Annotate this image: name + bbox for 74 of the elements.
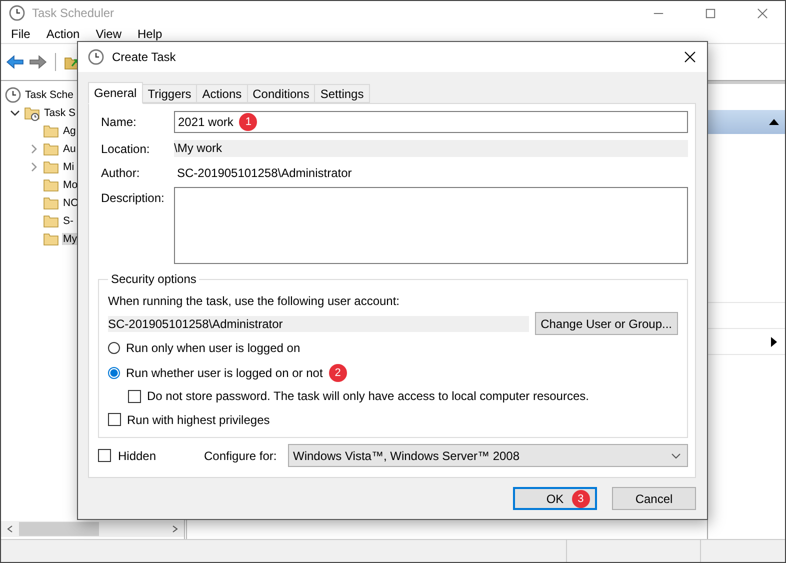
tree-item[interactable]: Au <box>62 143 77 155</box>
ok-button[interactable]: OK 3 <box>513 487 597 510</box>
field-value: 2021 work <box>178 115 234 129</box>
folder-icon <box>43 231 59 247</box>
tree-item[interactable]: S- <box>62 215 74 227</box>
tab[interactable]: Conditions <box>248 84 316 103</box>
folder-icon <box>43 123 59 139</box>
folder-icon <box>43 177 59 193</box>
tab[interactable]: Settings <box>315 84 370 103</box>
change-user-button[interactable]: Change User or Group... <box>534 312 678 335</box>
tab[interactable]: General <box>88 82 143 104</box>
cancel-button[interactable]: Cancel <box>612 487 696 510</box>
clock-icon <box>88 49 104 65</box>
clock-icon <box>5 87 21 103</box>
tree-item[interactable]: Task S <box>43 107 77 119</box>
collapse-triangle-icon[interactable] <box>769 119 779 125</box>
back-arrow-icon[interactable] <box>6 54 24 70</box>
tree-item[interactable]: Mi <box>62 161 76 173</box>
field-label: Configure for: <box>204 448 278 462</box>
field-label: Author: <box>101 166 141 180</box>
radio-button[interactable] <box>108 366 120 378</box>
tree-item[interactable]: Task Sche <box>24 89 74 101</box>
configure-dropdown[interactable]: Windows Vista™, Windows Server™ 2008 <box>288 444 688 467</box>
chevron-right-icon[interactable] <box>29 162 39 172</box>
step-badge: 2 <box>328 364 347 382</box>
option-label: Run only when user is logged on <box>126 340 300 354</box>
account-prompt: When running the task, use the following user account: <box>108 294 401 308</box>
dropdown-value: Windows Vista™, Windows Server™ 2008 <box>293 448 520 462</box>
field-label: Name: <box>101 115 138 129</box>
field-label: Location: <box>101 142 151 156</box>
scroll-left-icon[interactable] <box>6 525 14 533</box>
dropdown-caret-icon <box>671 452 681 458</box>
field-label: Description: <box>101 190 166 205</box>
clock-icon <box>9 5 25 21</box>
window-title: Task Scheduler <box>32 6 114 20</box>
name-field[interactable]: 2021 work 1 <box>174 111 688 133</box>
checkbox[interactable] <box>128 390 141 402</box>
option-label: Run with highest privileges <box>127 412 270 426</box>
chevron-down-icon[interactable] <box>10 108 20 118</box>
folder-icon <box>43 141 59 157</box>
submenu-arrow-icon[interactable] <box>771 336 777 346</box>
checkbox[interactable] <box>98 449 111 462</box>
tree-item[interactable]: My <box>62 233 78 245</box>
option-label: Hidden <box>118 448 158 462</box>
close-icon[interactable] <box>684 51 696 63</box>
chevron-right-icon[interactable] <box>29 144 39 154</box>
forward-arrow-icon[interactable] <box>29 54 47 70</box>
tree-item[interactable]: Mo <box>62 179 79 191</box>
menu-item[interactable]: Action <box>46 27 80 41</box>
tab[interactable]: Triggers <box>142 84 198 103</box>
dialog-title: Create Task <box>112 50 176 64</box>
maximize-icon[interactable] <box>705 8 716 18</box>
folder-icon <box>43 159 59 175</box>
folder-clock-icon <box>24 105 40 121</box>
option-label: Do not store password. The task will only have access to local computer resources. <box>147 389 589 403</box>
step-badge: 1 <box>239 113 258 131</box>
description-field[interactable] <box>174 187 688 264</box>
folder-icon <box>43 195 59 211</box>
menu-item[interactable]: Help <box>138 27 162 41</box>
radio-button[interactable] <box>108 342 120 354</box>
scroll-right-icon[interactable] <box>171 525 179 533</box>
location-value: \My work <box>174 140 688 157</box>
folder-icon <box>43 213 59 229</box>
menu-item[interactable]: File <box>11 27 30 41</box>
user-account-value: SC-201905101258\Administrator <box>108 316 529 332</box>
author-value: SC-201905101258\Administrator <box>176 166 352 180</box>
step-badge: 3 <box>572 490 590 508</box>
horizontal-scrollbar[interactable] <box>1 521 184 537</box>
tree-item[interactable]: Ag <box>62 125 77 137</box>
tab[interactable]: Actions <box>197 84 248 103</box>
option-label: Run whether user is logged on or not <box>126 366 323 380</box>
group-title: Security options <box>110 272 198 286</box>
checkbox[interactable] <box>108 413 121 426</box>
menu-item[interactable]: View <box>96 27 122 41</box>
